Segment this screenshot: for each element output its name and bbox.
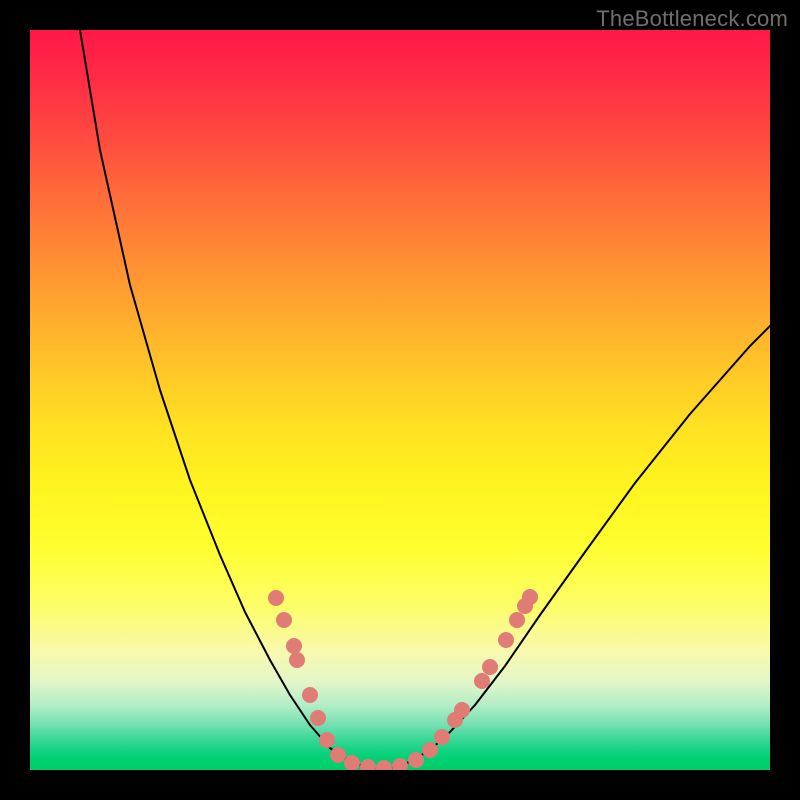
- bead-marker: [268, 590, 284, 606]
- bead-marker: [422, 742, 438, 758]
- bead-marker: [454, 702, 470, 718]
- bead-marker: [474, 673, 490, 689]
- bead-marker: [522, 589, 538, 605]
- bead-marker: [376, 760, 392, 770]
- bead-marker: [286, 638, 302, 654]
- watermark-label: TheBottleneck.com: [596, 6, 788, 32]
- bead-marker: [330, 747, 346, 763]
- bead-marker: [360, 759, 376, 770]
- bead-marker: [392, 758, 408, 770]
- series-right-curve: [410, 326, 770, 762]
- bead-marker: [289, 652, 305, 668]
- bead-marker: [319, 732, 335, 748]
- marker-beads: [268, 589, 538, 770]
- plot-area: [30, 30, 770, 770]
- chart-frame: TheBottleneck.com: [0, 0, 800, 800]
- bead-marker: [344, 755, 360, 770]
- bead-marker: [310, 710, 326, 726]
- bead-marker: [509, 612, 525, 628]
- bead-marker: [276, 612, 292, 628]
- bead-marker: [408, 752, 424, 768]
- bead-marker: [434, 729, 450, 745]
- bead-marker: [498, 632, 514, 648]
- series-left-curve: [80, 30, 350, 762]
- bead-marker: [482, 659, 498, 675]
- bottleneck-curves: [80, 30, 770, 768]
- curve-svg: [30, 30, 770, 770]
- bead-marker: [302, 687, 318, 703]
